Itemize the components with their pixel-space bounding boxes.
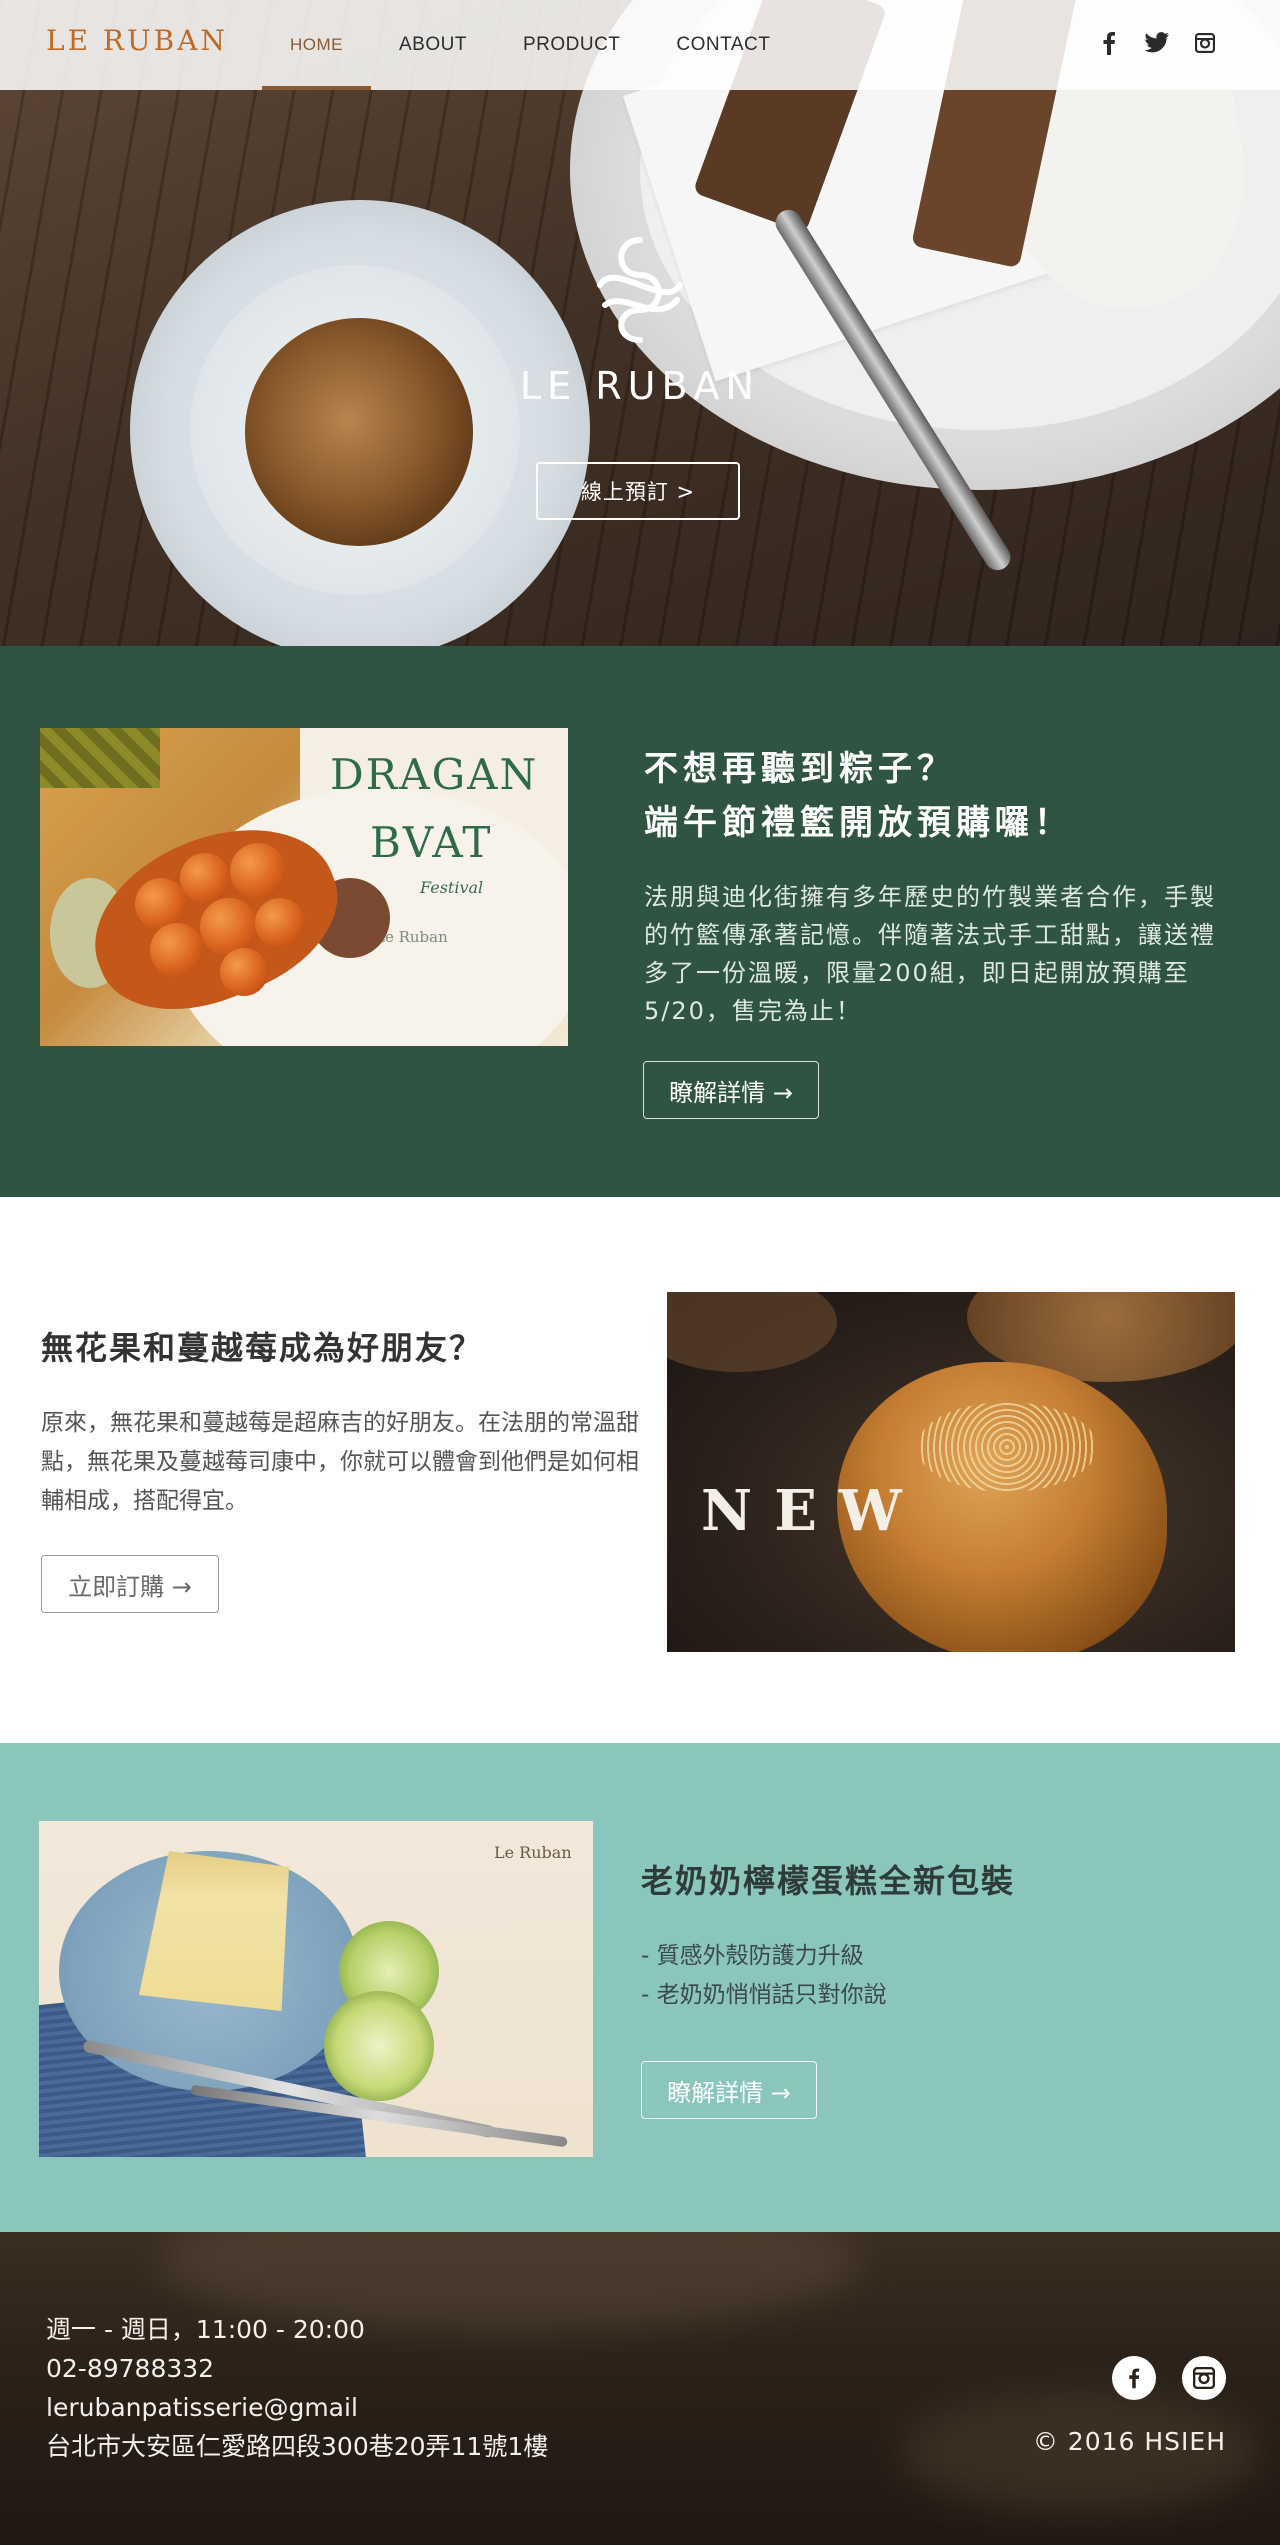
image-title-line2: BVAT [370, 818, 493, 867]
lemon-cake-details-button[interactable]: 瞭解詳情 → [641, 2061, 817, 2119]
pastry-ball-decor [180, 853, 230, 903]
copyright-text: © 2016 HSIEH [1032, 2427, 1226, 2456]
instagram-icon[interactable] [1192, 30, 1218, 56]
nav-contact[interactable]: CONTACT [648, 0, 798, 90]
twitter-icon[interactable] [1144, 30, 1170, 56]
lemon-cake-section: Le Ruban 老奶奶檸檬蛋糕全新包裝 - 質感外殼防護力升級 - 老奶奶悄悄… [0, 1743, 1280, 2232]
lemon-cake-image: Le Ruban [39, 1821, 593, 2157]
dragon-boat-title-line2: 端午節禮籃開放預購囉！ [644, 803, 1073, 843]
brand-logo[interactable]: LE RUBAN [46, 24, 228, 57]
pastry-ball-decor [150, 923, 204, 977]
pineapple-decor [40, 728, 160, 788]
site-footer: 週一 - 週日，11:00 - 20:00 02-89788332 leruba… [0, 2232, 1280, 2545]
pastry-ball-decor [220, 948, 268, 996]
fig-cranberry-description: 原來，無花果和蔓越莓是超麻吉的好朋友。在法朋的常溫甜點，無花果及蔓越莓司康中，你… [41, 1410, 639, 1514]
online-reservation-button[interactable]: 線上預訂 > [536, 462, 740, 520]
header-social-links [1096, 30, 1218, 56]
nav-about[interactable]: ABOUT [371, 0, 495, 90]
new-label: NEW [701, 1478, 924, 1544]
hero-coffee-image [245, 318, 473, 546]
lime-decor [324, 1991, 434, 2101]
lemon-cake-features: - 質感外殼防護力升級 - 老奶奶悄悄話只對你說 [641, 1937, 887, 2015]
ribbon-emblem-icon [597, 237, 683, 343]
fig-cranberry-title: 無花果和蔓越莓成為好朋友？ [41, 1329, 484, 1367]
opening-hours: 週一 - 週日，11:00 - 20:00 [46, 2315, 365, 2344]
scone-decor [667, 1292, 837, 1372]
instagram-icon[interactable] [1182, 2356, 1226, 2400]
facebook-icon[interactable] [1096, 30, 1122, 56]
footer-social-links [1112, 2356, 1226, 2400]
dragon-boat-title-line1: 不想再聽到粽子？ [644, 749, 956, 789]
dragon-boat-title: 不想再聽到粽子？ 端午節禮籃開放預購囉！ [644, 742, 1244, 850]
image-festival-label: Festival [420, 878, 484, 897]
store-address: 台北市大安區仁愛路四段300巷20弄11號1樓 [46, 2432, 549, 2461]
footer-contact-info: 週一 - 週日，11:00 - 20:00 02-89788332 leruba… [46, 2310, 548, 2466]
dragon-boat-promo-section: DRAGAN BVAT Festival Le Ruban 不想再聽到粽子？ 端… [0, 646, 1280, 1197]
fig-cranberry-section: 無花果和蔓越莓成為好朋友？ 原來，無花果和蔓越莓是超麻吉的好朋友。在法朋的常溫甜… [0, 1197, 1280, 1743]
pastry-ball-decor [200, 898, 258, 956]
dragon-boat-gift-image: DRAGAN BVAT Festival Le Ruban [40, 728, 568, 1046]
lemon-image-watermark: Le Ruban [494, 1843, 572, 1862]
top-navigation: LE RUBAN HOME ABOUT PRODUCT CONTACT [0, 0, 1280, 90]
hero-brand-title: LE RUBAN [520, 364, 760, 408]
dragon-boat-details-button[interactable]: 瞭解詳情 → [643, 1061, 819, 1119]
feature-item: - 質感外殼防護力升級 [641, 1943, 864, 1969]
dragon-boat-description: 法朋與迪化街擁有多年歷史的竹製業者合作，手製的竹籃傳承著記憶。伴隨著法式手工甜點… [644, 883, 1216, 1025]
image-title-line1: DRAGAN [330, 750, 539, 799]
sesame-decor [917, 1402, 1097, 1492]
nav-home[interactable]: HOME [262, 0, 371, 90]
order-now-button[interactable]: 立即訂購 → [41, 1555, 219, 1613]
pastry-ball-decor [255, 898, 305, 948]
facebook-icon[interactable] [1112, 2356, 1156, 2400]
phone-number[interactable]: 02-89788332 [46, 2349, 548, 2388]
nav-links: HOME ABOUT PRODUCT CONTACT [262, 0, 798, 90]
pastry-ball-decor [230, 843, 286, 899]
feature-item: - 老奶奶悄悄話只對你說 [641, 1982, 887, 2008]
nav-product[interactable]: PRODUCT [495, 0, 648, 90]
new-scone-image: NEW [667, 1292, 1235, 1652]
lemon-cake-title: 老奶奶檸檬蛋糕全新包裝 [641, 1862, 1016, 1900]
hero-banner: LE RUBAN 線上預訂 > [0, 0, 1280, 646]
email-address[interactable]: lerubanpatisserie@gmail [46, 2388, 548, 2427]
